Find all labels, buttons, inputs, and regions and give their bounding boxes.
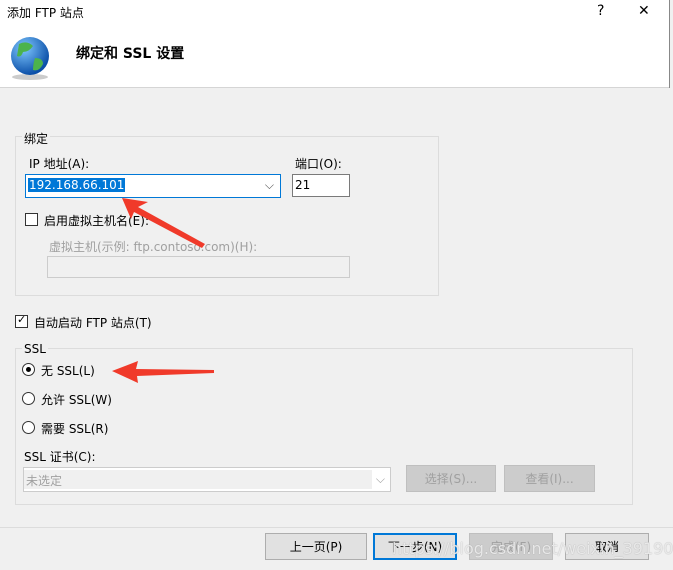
virtual-host-checkbox-label: 启用虚拟主机名(E): (44, 214, 149, 228)
no-ssl-label: 无 SSL(L) (41, 364, 95, 378)
ssl-legend: SSL (22, 342, 48, 356)
ssl-cert-combobox[interactable]: 未选定 ⌵ (23, 467, 391, 492)
virtual-host-checkbox[interactable] (25, 213, 38, 226)
page-title: 绑定和 SSL 设置 (76, 46, 185, 62)
chevron-down-icon[interactable]: ⌵ (376, 472, 385, 487)
require-ssl-radio[interactable] (22, 421, 35, 434)
virtual-host-label: 虚拟主机(示例: ftp.contoso.com)(H): (49, 240, 258, 254)
footer-divider (0, 527, 673, 528)
title-bar: 添加 FTP 站点 ? ✕ (0, 0, 669, 24)
ip-value: 192.168.66.101 (28, 178, 126, 192)
ip-address-combobox[interactable]: 192.168.66.101 ⌵ (25, 174, 281, 198)
allow-ssl-label: 允许 SSL(W) (41, 393, 112, 407)
help-button[interactable]: ? (597, 3, 604, 19)
port-value: 21 (295, 178, 311, 192)
chevron-down-icon[interactable]: ⌵ (265, 178, 274, 193)
binding-legend: 绑定 (22, 130, 51, 147)
port-label: 端口(O): (295, 157, 342, 171)
close-button[interactable]: ✕ (638, 3, 650, 19)
divider (669, 0, 670, 88)
ip-label: IP 地址(A): (29, 157, 90, 171)
no-ssl-radio[interactable] (22, 363, 35, 376)
ssl-cert-value: 未选定 (26, 474, 63, 488)
virtual-host-input[interactable] (47, 256, 350, 278)
window-title: 添加 FTP 站点 (7, 6, 84, 20)
require-ssl-label: 需要 SSL(R) (41, 422, 109, 436)
select-cert-button[interactable]: 选择(S)... (406, 465, 496, 492)
allow-ssl-radio[interactable] (22, 392, 35, 405)
prev-button[interactable]: 上一页(P) (265, 533, 367, 560)
autostart-checkbox[interactable]: ✓ (15, 313, 28, 328)
ssl-cert-label: SSL 证书(C): (24, 450, 96, 464)
view-cert-button[interactable]: 查看(I)... (504, 465, 595, 492)
autostart-label: 自动启动 FTP 站点(T) (34, 316, 152, 330)
watermark: https://blog.csdn.net/weixin_39190897 (392, 539, 673, 558)
globe-icon (11, 37, 49, 80)
port-input[interactable]: 21 (292, 174, 350, 197)
wizard-header: 绑定和 SSL 设置 (0, 24, 669, 88)
